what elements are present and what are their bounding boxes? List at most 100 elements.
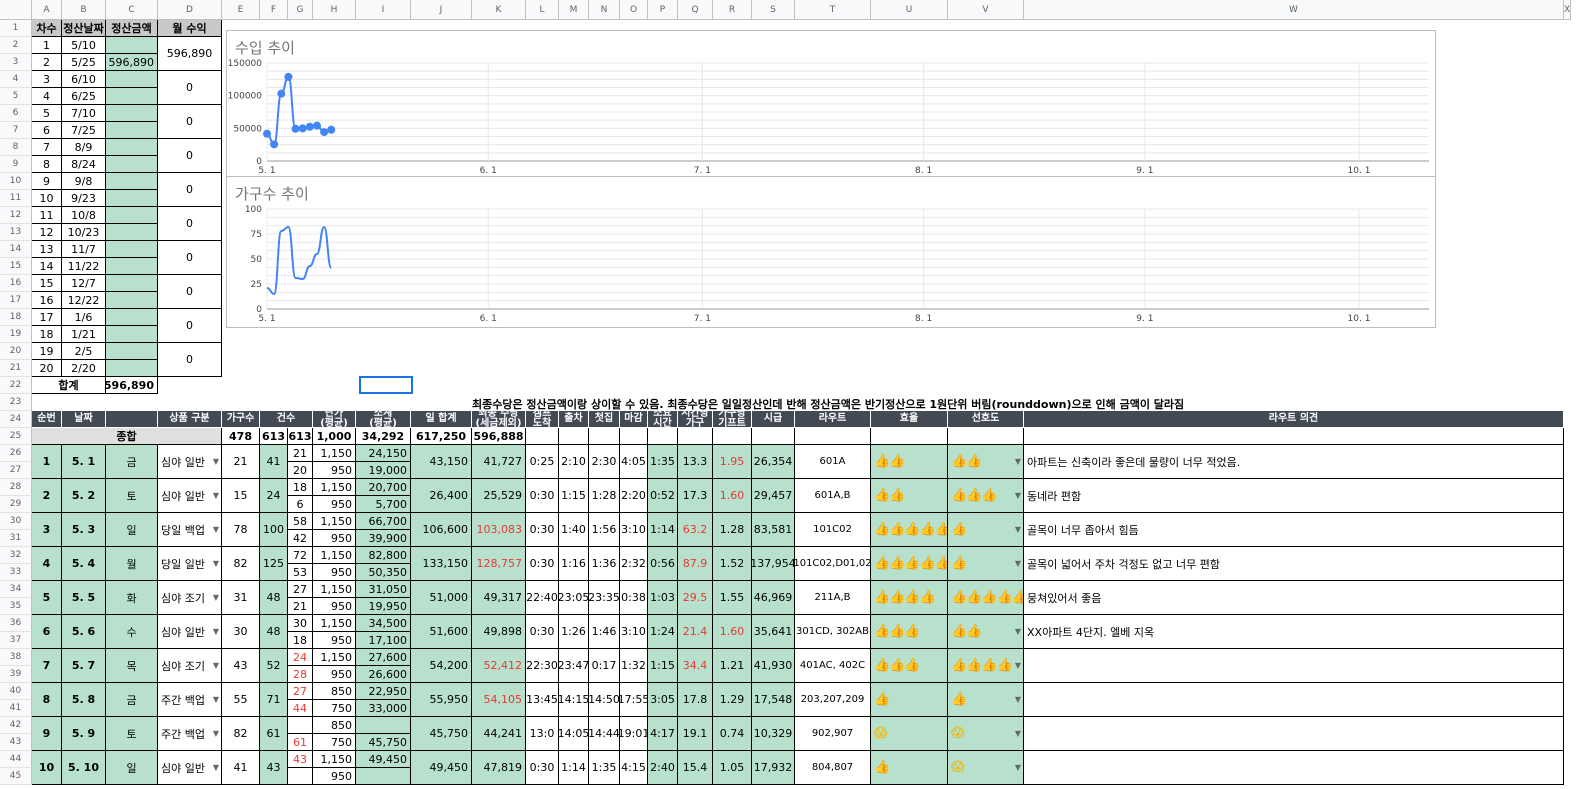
- row-efficiency[interactable]: 👍👍: [871, 479, 948, 513]
- settle-date[interactable]: 8/9: [62, 139, 106, 156]
- settle-amount[interactable]: [106, 139, 158, 156]
- sub-sum[interactable]: 45,750: [356, 734, 411, 751]
- sub-price[interactable]: 950: [313, 666, 356, 683]
- row-header-3[interactable]: 3: [0, 54, 32, 71]
- row-wage[interactable]: 17,932: [752, 751, 795, 785]
- main-header-8[interactable]: 일 합계: [411, 411, 472, 428]
- row-header-15[interactable]: 15: [0, 258, 32, 275]
- monthly-income[interactable]: 0: [158, 207, 222, 241]
- row-gift[interactable]: 1.05: [713, 751, 752, 785]
- row-number[interactable]: 9: [32, 717, 62, 751]
- row-preference[interactable]: 👍 ▼: [948, 513, 1024, 547]
- row-product[interactable]: 당일 백업 ▼: [158, 513, 222, 547]
- main-header-14[interactable]: 소요 시간: [648, 411, 678, 428]
- row-efficiency[interactable]: 👍: [871, 683, 948, 717]
- row-day[interactable]: 목: [106, 649, 158, 683]
- row-depart[interactable]: 2:10: [559, 445, 589, 479]
- settle-no[interactable]: 5: [32, 105, 62, 122]
- dropdown-arrow-icon[interactable]: ▼: [1015, 525, 1023, 534]
- settle-total-value[interactable]: 596,890: [106, 377, 158, 394]
- dropdown-arrow-icon[interactable]: ▼: [213, 457, 221, 466]
- main-header-1[interactable]: 날짜: [62, 411, 106, 428]
- row-first[interactable]: 14:44: [589, 717, 620, 751]
- row-date[interactable]: 5. 6: [62, 615, 106, 649]
- settle-amount[interactable]: [106, 343, 158, 360]
- sub-sum[interactable]: 5,700: [356, 496, 411, 513]
- settle-amount[interactable]: [106, 37, 158, 54]
- row-wage[interactable]: 17,548: [752, 683, 795, 717]
- row-header-44[interactable]: 44: [0, 751, 32, 768]
- row-depart[interactable]: 14:05: [559, 717, 589, 751]
- main-header-17[interactable]: 시급: [752, 411, 795, 428]
- settle-no[interactable]: 13: [32, 241, 62, 258]
- row-day[interactable]: 일: [106, 513, 158, 547]
- dropdown-arrow-icon[interactable]: ▼: [213, 729, 221, 738]
- row-efficiency[interactable]: 👍👍👍👍👍: [871, 513, 948, 547]
- total-empty[interactable]: [752, 428, 795, 445]
- settle-header-no[interactable]: 차수: [32, 20, 62, 37]
- row-header-12[interactable]: 12: [0, 207, 32, 224]
- total-empty[interactable]: [713, 428, 752, 445]
- settle-no[interactable]: 3: [32, 71, 62, 88]
- dropdown-arrow-icon[interactable]: ▼: [1015, 763, 1023, 772]
- row-duration[interactable]: 4:17: [648, 717, 678, 751]
- row-route[interactable]: 902,907: [795, 717, 871, 751]
- row-date[interactable]: 5. 5: [62, 581, 106, 615]
- column-header-F[interactable]: F: [260, 0, 288, 20]
- sub-count[interactable]: 58: [288, 513, 313, 530]
- sub-sum[interactable]: 39,900: [356, 530, 411, 547]
- sub-sum[interactable]: 33,000: [356, 700, 411, 717]
- row-camp[interactable]: 13:0: [526, 717, 559, 751]
- row-end[interactable]: 17:55: [620, 683, 648, 717]
- row-depart[interactable]: 1:14: [559, 751, 589, 785]
- row-date[interactable]: 5. 7: [62, 649, 106, 683]
- row-product[interactable]: 심야 조기 ▼: [158, 649, 222, 683]
- row-per-hour[interactable]: 13.3: [678, 445, 713, 479]
- row-efficiency[interactable]: 👍👍👍👍: [871, 581, 948, 615]
- settle-date[interactable]: 11/7: [62, 241, 106, 258]
- main-header-12[interactable]: 첫집: [589, 411, 620, 428]
- column-header-H[interactable]: H: [313, 0, 356, 20]
- dropdown-arrow-icon[interactable]: ▼: [213, 593, 221, 602]
- total-empty[interactable]: [648, 428, 678, 445]
- row-date[interactable]: 5. 2: [62, 479, 106, 513]
- row-wage[interactable]: 35,641: [752, 615, 795, 649]
- total-empty[interactable]: [589, 428, 620, 445]
- row-efficiency[interactable]: 👍: [871, 751, 948, 785]
- row-header-4[interactable]: 4: [0, 71, 32, 88]
- row-preference[interactable]: 👍👍👍👍👍▼: [948, 581, 1024, 615]
- row-households[interactable]: 55: [222, 683, 260, 717]
- row-header-34[interactable]: 34: [0, 581, 32, 598]
- row-day-total[interactable]: 43,150: [411, 445, 472, 479]
- dropdown-arrow-icon[interactable]: ▼: [1015, 491, 1023, 500]
- settle-amount[interactable]: [106, 326, 158, 343]
- settle-amount[interactable]: [106, 360, 158, 377]
- row-header-25[interactable]: 25: [0, 428, 32, 445]
- row-route[interactable]: 401AC, 402C: [795, 649, 871, 683]
- chart-income-trend[interactable]: 수입 추이 0 50000 100000 150000 5. 1 6. 1 7. 1 8. 19…: [226, 30, 1436, 180]
- row-product[interactable]: 심야 일반 ▼: [158, 479, 222, 513]
- row-number[interactable]: 4: [32, 547, 62, 581]
- row-header-14[interactable]: 14: [0, 241, 32, 258]
- column-header-W[interactable]: W: [1024, 0, 1564, 20]
- row-header-8[interactable]: 8: [0, 139, 32, 156]
- total-count1[interactable]: 613: [260, 428, 288, 445]
- row-preference[interactable]: 😱 ▼: [948, 717, 1024, 751]
- sub-price[interactable]: 950: [313, 496, 356, 513]
- row-header-35[interactable]: 35: [0, 598, 32, 615]
- row-comment[interactable]: [1024, 649, 1564, 683]
- dropdown-arrow-icon[interactable]: ▼: [1015, 695, 1023, 704]
- row-header-26[interactable]: 26: [0, 445, 32, 462]
- row-preference[interactable]: 👍 ▼: [948, 547, 1024, 581]
- row-date[interactable]: 5. 1: [62, 445, 106, 479]
- row-first[interactable]: 2:30: [589, 445, 620, 479]
- row-final[interactable]: 54,105: [472, 683, 526, 717]
- row-duration[interactable]: 0:52: [648, 479, 678, 513]
- row-households[interactable]: 21: [222, 445, 260, 479]
- sub-sum[interactable]: 27,600: [356, 649, 411, 666]
- row-per-hour[interactable]: 34.4: [678, 649, 713, 683]
- dropdown-arrow-icon[interactable]: ▼: [213, 525, 221, 534]
- row-header-39[interactable]: 39: [0, 666, 32, 683]
- settle-amount[interactable]: 596,890: [106, 54, 158, 71]
- row-efficiency[interactable]: 👍👍: [871, 445, 948, 479]
